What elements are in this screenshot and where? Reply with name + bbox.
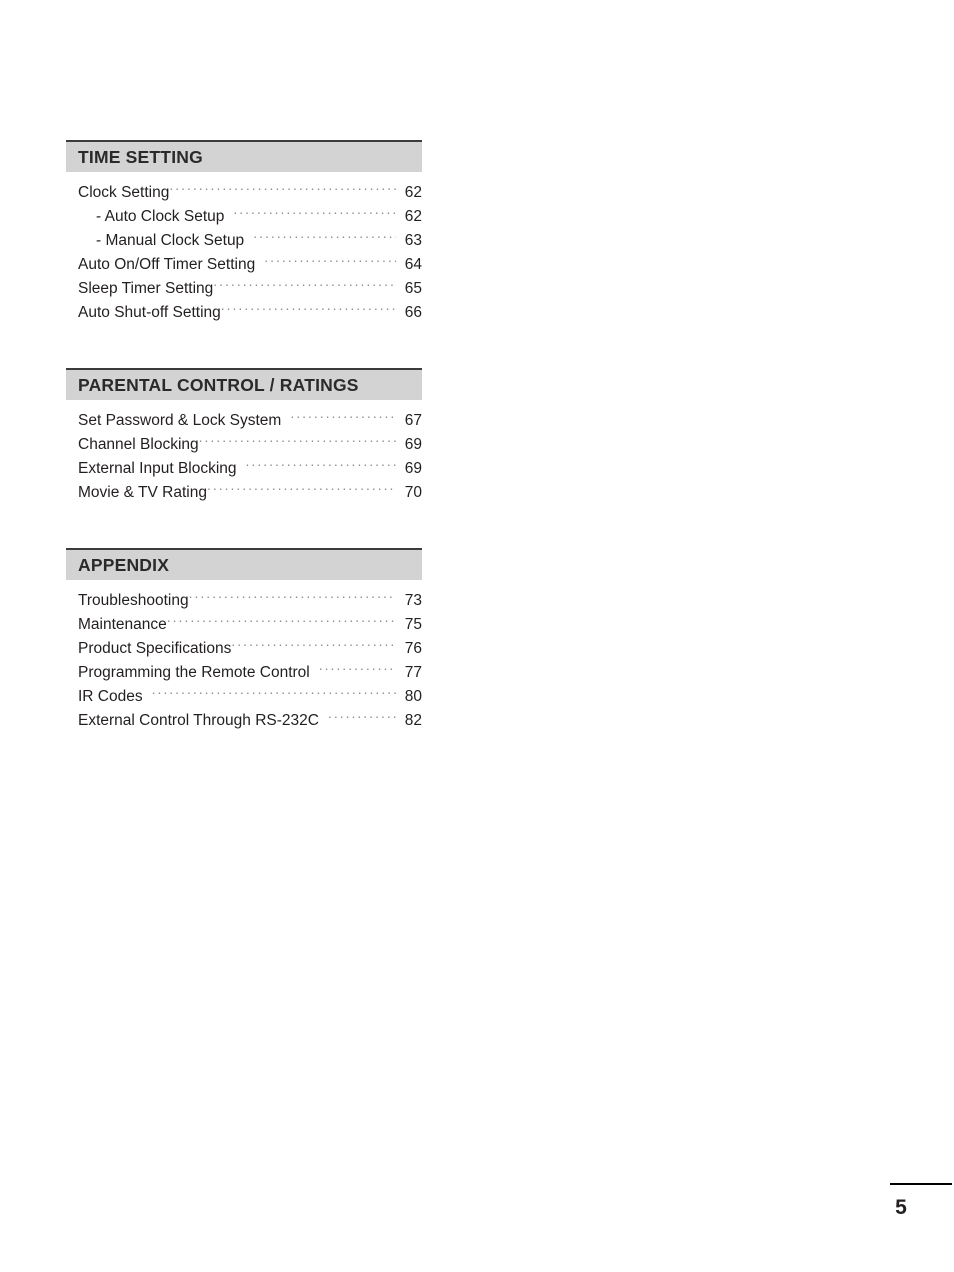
toc-entry[interactable]: Maintenance 75 xyxy=(66,613,422,637)
toc-entry-label: Movie & TV Rating xyxy=(78,484,207,501)
toc-entry[interactable]: External Input Blocking 69 xyxy=(66,457,422,481)
toc-dot-leader xyxy=(246,458,396,474)
toc-entry[interactable]: Programming the Remote Control 77 xyxy=(66,661,422,685)
document-page: TIME SETTINGClock Setting62- Auto Clock … xyxy=(0,0,954,1272)
toc-entry-label: - Auto Clock Setup xyxy=(96,208,225,225)
toc-entry-label: IR Codes xyxy=(78,688,143,705)
toc-section-title: TIME SETTING xyxy=(78,146,203,167)
toc-dot-leader xyxy=(253,230,396,246)
toc-entry[interactable]: - Auto Clock Setup 62 xyxy=(66,205,422,229)
toc-entry-label: Auto On/Off Timer Setting xyxy=(78,256,256,273)
toc-entry-page-number: 63 xyxy=(404,232,422,249)
toc-dot-leader xyxy=(152,686,396,702)
toc-entry-label: - Manual Clock Setup xyxy=(96,232,245,249)
toc-entry-list: Clock Setting 62 - Auto Clock Setup 62 - Man… xyxy=(66,172,422,325)
toc-dot-leader xyxy=(213,278,396,294)
toc-dot-leader xyxy=(199,434,396,450)
toc-entry-label: Auto Shut-off Setting xyxy=(78,304,221,321)
toc-dot-leader xyxy=(290,410,396,426)
toc-entry-page-number: 69 xyxy=(404,460,422,477)
toc-entry[interactable]: Movie & TV Rating 70 xyxy=(66,481,422,505)
toc-entry-page-number: 64 xyxy=(404,256,422,273)
toc-entry-label: Programming the Remote Control xyxy=(78,664,310,681)
toc-section-header: TIME SETTING xyxy=(66,140,422,172)
toc-section-header: APPENDIX xyxy=(66,548,422,580)
toc-entry-page-number: 67 xyxy=(404,412,422,429)
toc-entry[interactable]: Troubleshooting 73 xyxy=(66,589,422,613)
toc-entry[interactable]: - Manual Clock Setup 63 xyxy=(66,229,422,253)
toc-entry-label: Product Specifications xyxy=(78,640,232,657)
toc-entry-label: Troubleshooting xyxy=(78,592,189,609)
toc-dot-leader xyxy=(328,710,396,726)
toc-entry[interactable]: Clock Setting 62 xyxy=(66,181,422,205)
toc-dot-leader xyxy=(207,482,396,498)
toc-entry[interactable]: Channel Blocking 69 xyxy=(66,433,422,457)
toc-entry[interactable]: IR Codes 80 xyxy=(66,685,422,709)
toc-entry-label: External Control Through RS-232C xyxy=(78,712,319,729)
toc-entry-page-number: 76 xyxy=(404,640,422,657)
toc-section-header: PARENTAL CONTROL / RATINGS xyxy=(66,368,422,400)
table-of-contents: TIME SETTINGClock Setting62- Auto Clock … xyxy=(66,140,422,733)
toc-entry[interactable]: Auto Shut-off Setting 66 xyxy=(66,301,422,325)
toc-entry-label: Clock Setting xyxy=(78,184,170,201)
toc-dot-leader xyxy=(221,302,396,318)
toc-dot-leader xyxy=(319,662,396,678)
toc-dot-leader xyxy=(189,590,396,606)
toc-entry-page-number: 66 xyxy=(404,304,422,321)
toc-section-title: PARENTAL CONTROL / RATINGS xyxy=(78,374,359,395)
toc-entry[interactable]: Product Specifications 76 xyxy=(66,637,422,661)
toc-section: PARENTAL CONTROL / RATINGS Set Password &… xyxy=(66,368,422,505)
toc-entry-page-number: 62 xyxy=(404,208,422,225)
toc-entry[interactable]: External Control Through RS-232C 82 xyxy=(66,709,422,733)
toc-entry-label: Sleep Timer Setting xyxy=(78,280,214,297)
toc-dot-leader xyxy=(233,206,396,222)
toc-dot-leader xyxy=(264,254,396,270)
toc-entry-page-number: 75 xyxy=(404,616,422,633)
toc-entry-page-number: 82 xyxy=(404,712,422,729)
toc-dot-leader xyxy=(169,182,396,198)
toc-entry-list: Troubleshooting 73 Maintenance 75 Product Sp… xyxy=(66,580,422,733)
toc-entry[interactable]: Set Password & Lock System 67 xyxy=(66,409,422,433)
toc-entry-list: Set Password & Lock System 67 Channel Bloc… xyxy=(66,400,422,505)
folio-rule xyxy=(890,1183,952,1185)
toc-entry[interactable]: Auto On/Off Timer Setting 64 xyxy=(66,253,422,277)
toc-entry-page-number: 80 xyxy=(404,688,422,705)
page-number: 5 xyxy=(895,1196,907,1219)
toc-dot-leader xyxy=(231,638,396,654)
toc-section: TIME SETTINGClock Setting62- Auto Clock … xyxy=(66,140,422,325)
toc-entry-label: Channel Blocking xyxy=(78,436,199,453)
toc-entry-label: External Input Blocking xyxy=(78,460,237,477)
toc-entry-page-number: 77 xyxy=(404,664,422,681)
toc-entry[interactable]: Sleep Timer Setting 65 xyxy=(66,277,422,301)
toc-section: APPENDIX Troubleshooting 73 Maintenance 75 Pr… xyxy=(66,548,422,733)
toc-entry-page-number: 70 xyxy=(404,484,422,501)
toc-entry-page-number: 65 xyxy=(404,280,422,297)
toc-entry-label: Set Password & Lock System xyxy=(78,412,282,429)
toc-entry-page-number: 62 xyxy=(404,184,422,201)
toc-section-title: APPENDIX xyxy=(78,554,170,575)
toc-dot-leader xyxy=(167,614,396,630)
toc-entry-page-number: 73 xyxy=(404,592,422,609)
toc-entry-page-number: 69 xyxy=(404,436,422,453)
toc-entry-label: Maintenance xyxy=(78,616,167,633)
